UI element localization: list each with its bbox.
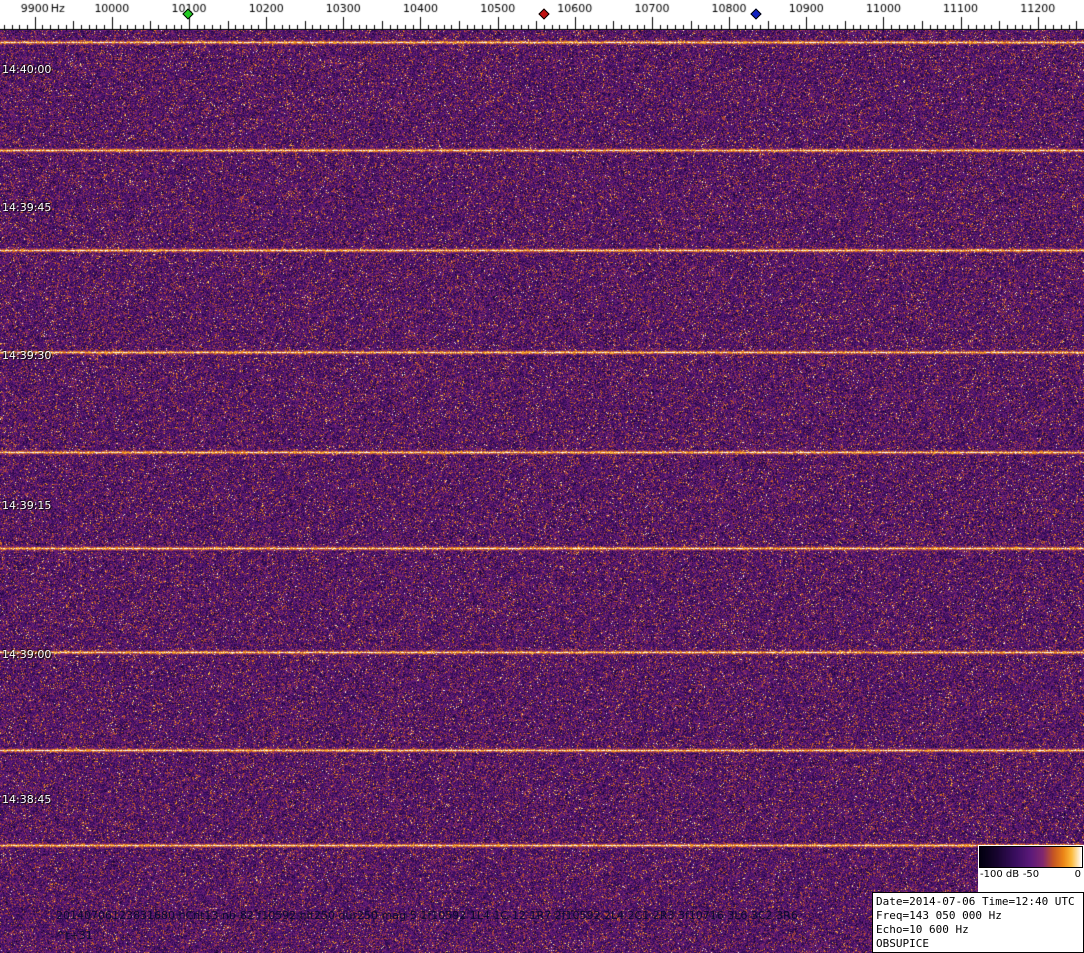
info-frequency: Freq=143 050 000 Hz <box>876 909 1080 923</box>
detection-log-text: 20140706123831680 hCnt13 nb-82 f10592 hi… <box>56 909 798 922</box>
observation-info-box: Date=2014-07-06 Time=12:40 UTC Freq=143 … <box>872 892 1084 953</box>
frequency-marker-layer <box>0 0 1084 30</box>
info-station: OBSUPICE <box>876 937 1080 951</box>
db-scale-legend: -100 dB -50 0 <box>978 845 1084 892</box>
green-marker-diamond-icon[interactable] <box>182 8 193 19</box>
db-label-min: -100 dB <box>980 869 1019 880</box>
blue-marker-diamond-icon[interactable] <box>750 8 761 19</box>
db-colormap-gradient <box>979 846 1083 868</box>
db-scale-labels: -100 dB -50 0 <box>979 868 1083 882</box>
cursor-readout-text: ^t+31 <box>56 929 93 942</box>
red-marker-diamond-icon[interactable] <box>539 8 550 19</box>
db-label-max: 0 <box>1075 869 1081 880</box>
waterfall-spectrogram-canvas[interactable] <box>0 30 1084 953</box>
info-date-time: Date=2014-07-06 Time=12:40 UTC <box>876 895 1080 909</box>
spectrogram-window: 14:40:00 14:39:45 14:39:30 14:39:15 14:39:00… <box>0 0 1084 953</box>
info-echo: Echo=10 600 Hz <box>876 923 1080 937</box>
db-label-mid: -50 <box>1023 869 1039 880</box>
